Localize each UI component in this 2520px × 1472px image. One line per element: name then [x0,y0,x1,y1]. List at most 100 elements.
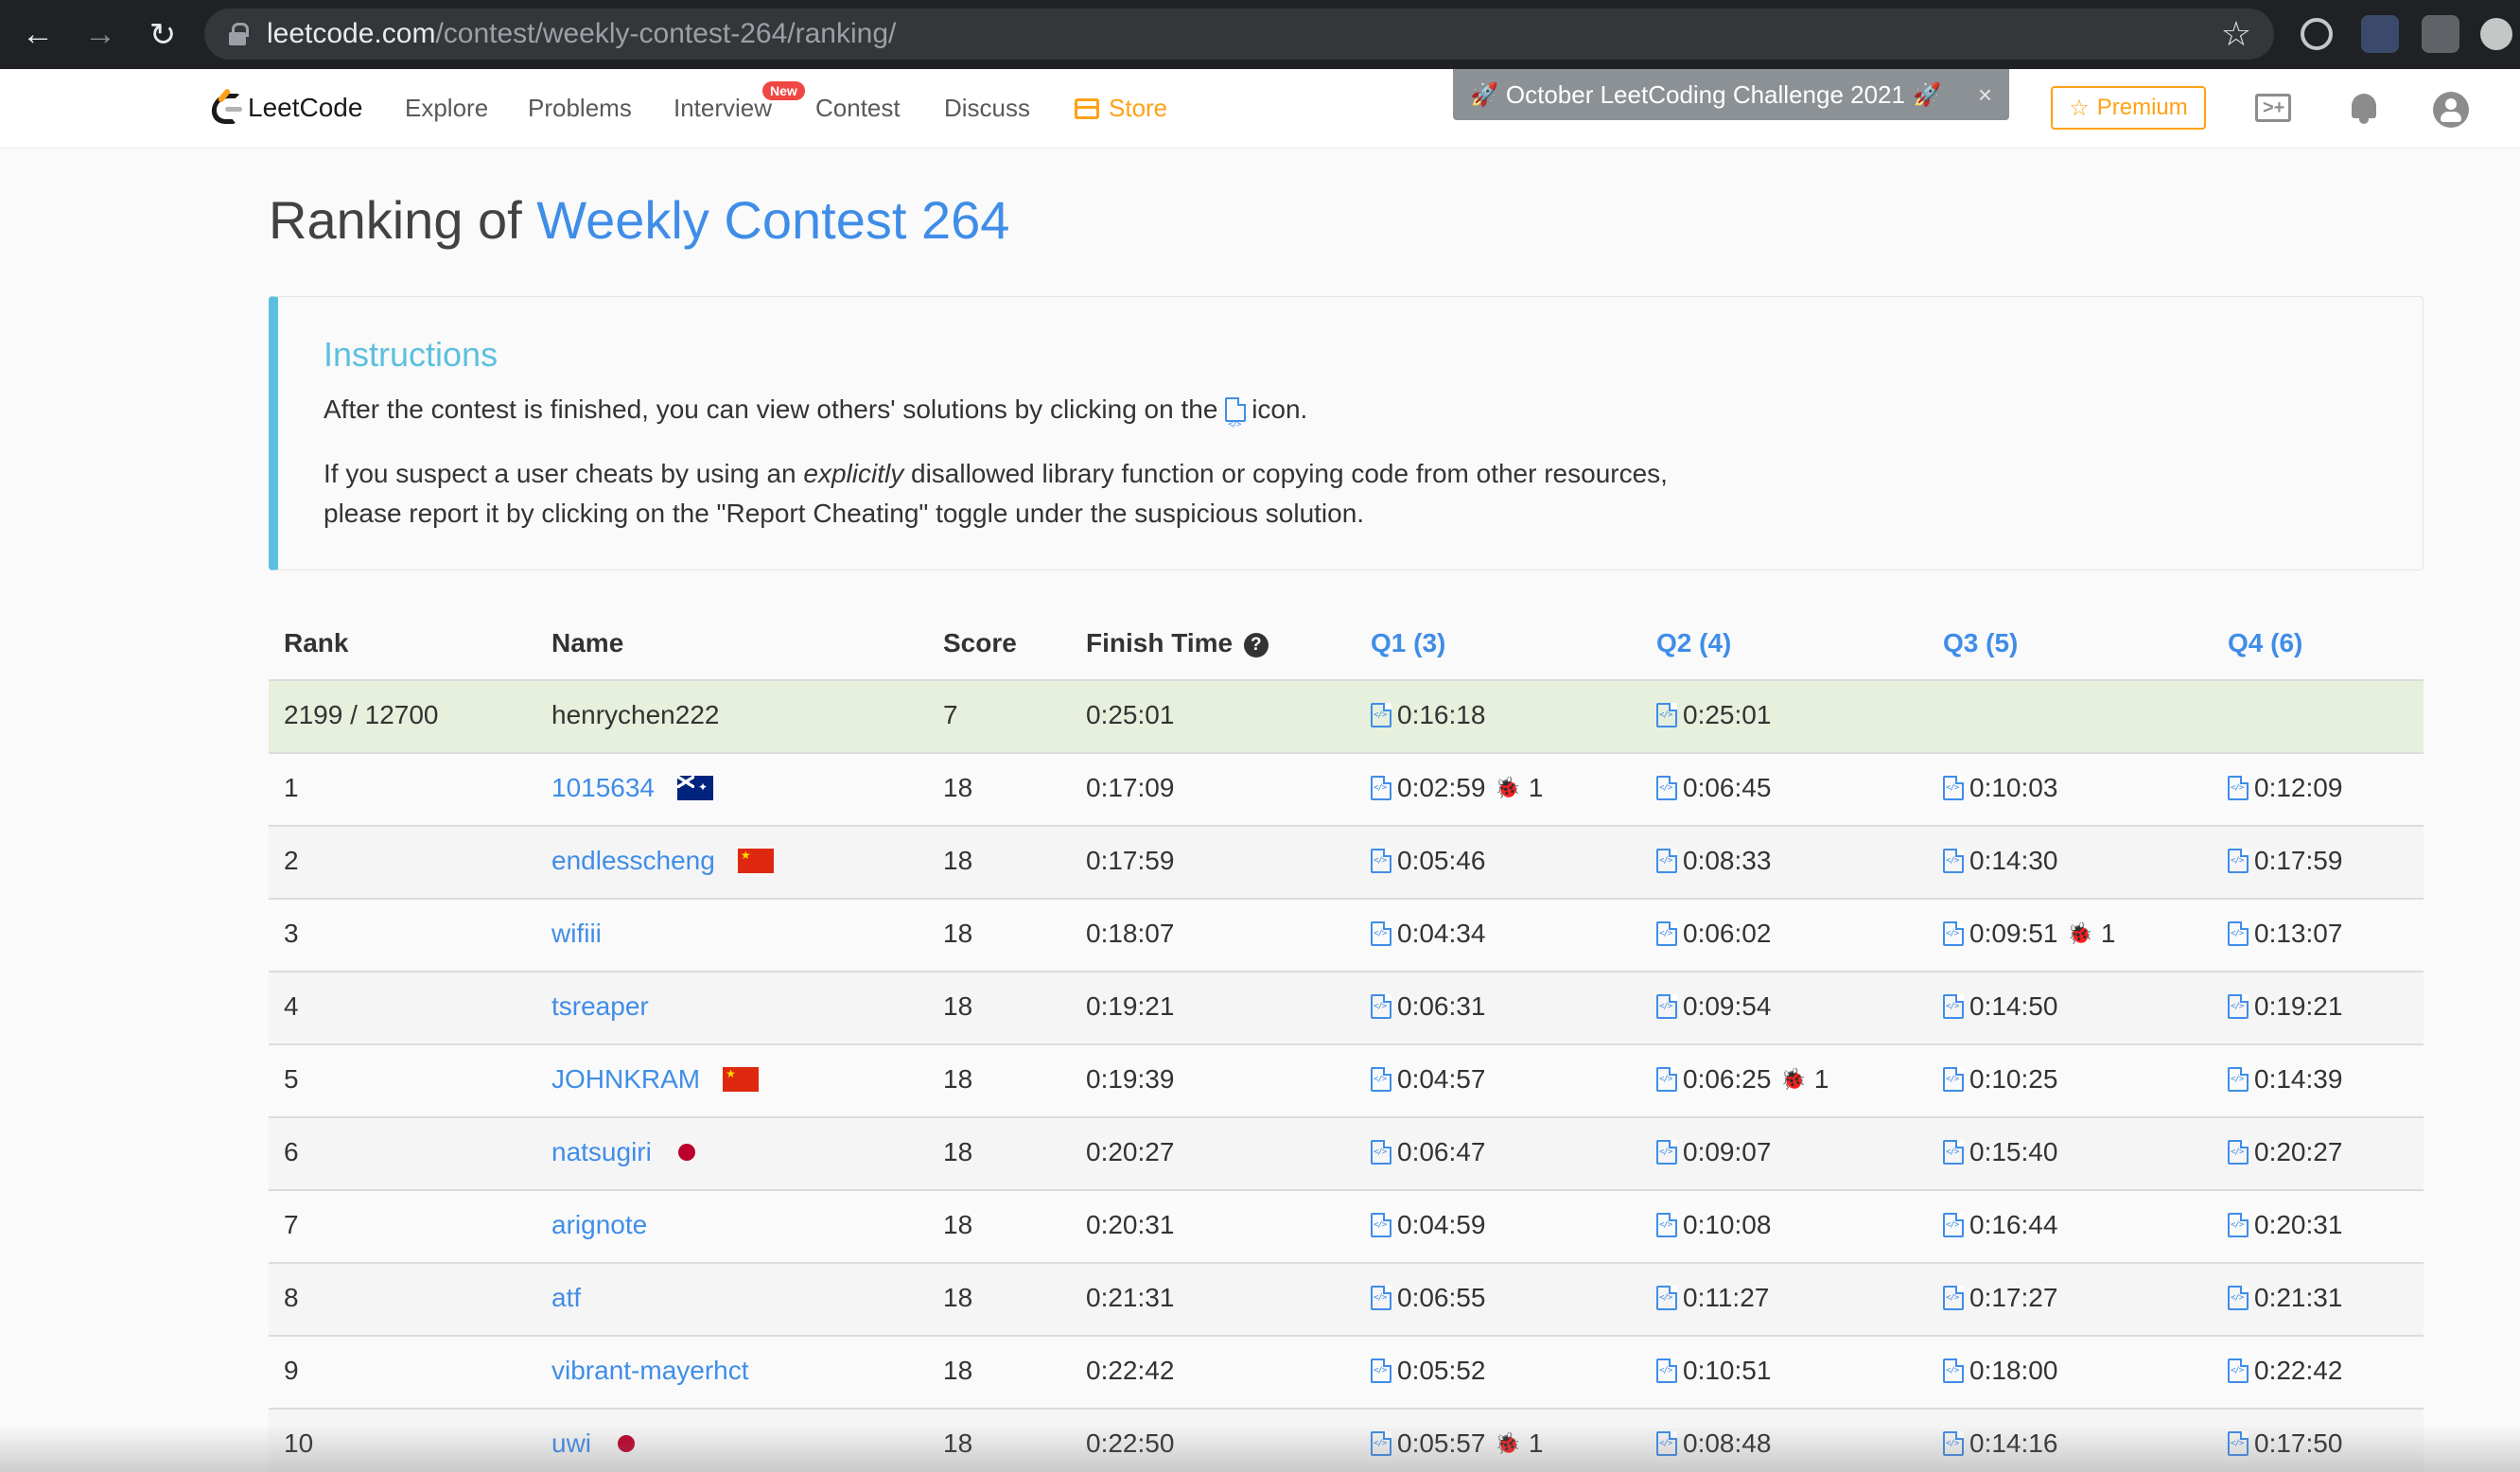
avatar-icon[interactable] [2431,90,2473,128]
extension-icon[interactable] [2361,15,2399,53]
code-file-icon[interactable] [1656,1213,1677,1237]
q1-cell[interactable]: 0:06:55 [1371,1283,1485,1313]
nav-interview[interactable]: Interview [674,94,772,123]
code-file-icon[interactable] [1943,1431,1964,1456]
code-file-icon[interactable] [1371,994,1391,1019]
user-profile-link[interactable]: endlesscheng [551,846,715,876]
nav-explore[interactable]: Explore [405,94,488,123]
q2-cell[interactable]: 0:06:25 🐞1 [1656,1064,1829,1095]
user-profile-link[interactable]: JOHNKRAM [551,1064,700,1095]
extension-target-icon[interactable] [2301,18,2333,50]
q1-cell[interactable]: 0:05:46 [1371,846,1485,876]
q4-cell[interactable]: 0:17:59 [2228,846,2342,876]
q4-cell[interactable]: 0:21:31 [2228,1283,2342,1313]
contest-link[interactable]: Weekly Contest 264 [536,190,1009,250]
code-file-icon[interactable] [1943,1213,1964,1237]
q4-cell[interactable]: 0:22:42 [2228,1356,2342,1386]
user-profile-link[interactable]: arignote [551,1210,647,1240]
bookmark-star-icon[interactable]: ☆ [2221,14,2251,54]
close-icon[interactable]: × [1978,80,1992,110]
q3-cell[interactable]: 0:15:40 [1943,1137,2057,1167]
q4-cell[interactable]: 0:20:27 [2228,1137,2342,1167]
code-file-icon[interactable] [1371,1213,1391,1237]
q1-cell[interactable]: 0:06:47 [1371,1137,1485,1167]
url-text[interactable]: leetcode.com/contest/weekly-contest-264/… [267,18,896,50]
code-file-icon[interactable] [1943,1140,1964,1165]
q3-cell[interactable]: 0:16:44 [1943,1210,2057,1240]
q1-cell[interactable]: 0:04:59 [1371,1210,1485,1240]
code-file-icon[interactable] [1656,703,1677,727]
q3-cell[interactable]: 0:09:51 🐞 1 [1943,919,2115,949]
playground-icon[interactable]: >+ [2253,90,2295,128]
code-file-icon[interactable] [1943,921,1964,946]
code-file-icon[interactable] [1371,1358,1391,1383]
code-file-icon[interactable] [1371,1286,1391,1310]
q1-cell[interactable]: 0:02:59 🐞 1 [1371,773,1543,803]
code-file-icon[interactable] [2228,1286,2249,1310]
code-file-icon[interactable] [1371,703,1391,727]
code-file-icon[interactable] [2228,921,2249,946]
promo-banner[interactable]: 🚀 October LeetCoding Challenge 2021 🚀 × [1453,69,2009,120]
code-file-icon[interactable] [1656,1286,1677,1310]
q3-cell[interactable]: 0:10:25 [1943,1064,2057,1095]
q1-cell[interactable]: 0:04:57 [1371,1064,1485,1095]
code-file-icon[interactable] [1371,921,1391,946]
extension-icon[interactable] [2422,15,2459,53]
q3-cell[interactable]: 0:10:03 [1943,773,2057,803]
q3-cell[interactable]: 0:14:50 [1943,991,2057,1022]
user-profile-link[interactable]: tsreaper [551,991,649,1022]
q2-cell[interactable]: 0:06:45 [1656,773,1771,803]
premium-button[interactable]: ☆ Premium [2051,86,2206,130]
q2-cell[interactable]: 0:08:48 [1656,1428,1771,1459]
q1-cell[interactable]: 0:06:31 [1371,991,1485,1022]
code-file-icon[interactable] [1656,1358,1677,1383]
code-file-icon[interactable] [1943,1358,1964,1383]
help-icon[interactable]: ? [1243,633,1269,657]
q1-cell[interactable]: 0:04:34 [1371,919,1485,949]
user-profile-link[interactable]: atf [551,1283,581,1313]
code-file-icon[interactable] [1371,1431,1391,1456]
code-file-icon[interactable] [1371,776,1391,800]
forward-arrow-icon[interactable]: → [76,10,125,60]
code-file-icon[interactable] [1656,776,1677,800]
q3-cell[interactable]: 0:14:16 [1943,1428,2057,1459]
q2-cell[interactable]: 0:09:07 [1656,1137,1771,1167]
q2-cell[interactable]: 0:06:02 [1656,919,1771,949]
user-profile-link[interactable]: uwi [551,1428,591,1459]
q2-cell[interactable]: 0:08:33 [1656,846,1771,876]
q4-cell[interactable]: 0:19:21 [2228,991,2342,1022]
user-profile-link[interactable]: vibrant-mayerhct [551,1356,749,1386]
q1-cell[interactable]: 0:05:57 🐞 1 [1371,1428,1543,1459]
q4-cell[interactable]: 0:12:09 [2228,773,2342,803]
code-file-icon[interactable] [2228,849,2249,873]
q4-cell[interactable]: 0:20:31 [2228,1210,2342,1240]
q1-cell[interactable]: 0:05:52 [1371,1356,1485,1386]
header-q1[interactable]: Q1 (3) [1371,628,1445,658]
q2-cell[interactable]: 0:25:01 [1656,700,1771,730]
bell-icon[interactable] [2344,90,2386,128]
code-file-icon[interactable] [2228,1067,2249,1092]
code-file-icon[interactable] [1371,1067,1391,1092]
code-file-icon[interactable] [1943,1067,1964,1092]
code-file-icon[interactable] [1656,1140,1677,1165]
leetcode-logo[interactable]: LeetCode [209,87,362,128]
q2-cell[interactable]: 0:10:51 [1656,1356,1771,1386]
header-q3[interactable]: Q3 (5) [1943,628,2018,658]
code-file-icon[interactable] [2228,1358,2249,1383]
code-file-icon[interactable] [2228,776,2249,800]
code-file-icon[interactable] [1371,849,1391,873]
address-bar[interactable]: leetcode.com/contest/weekly-contest-264/… [204,9,2274,60]
header-q4[interactable]: Q4 (6) [2228,628,2302,658]
code-file-icon[interactable] [1943,994,1964,1019]
reload-icon[interactable]: ↻ [138,10,187,60]
q3-cell[interactable]: 0:14:30 [1943,846,2057,876]
q2-cell[interactable]: 0:10:08 [1656,1210,1771,1240]
back-arrow-icon[interactable]: ← [13,10,62,60]
code-file-icon[interactable] [1656,921,1677,946]
code-file-icon[interactable] [1943,1286,1964,1310]
header-q2[interactable]: Q2 (4) [1656,628,1731,658]
code-file-icon[interactable] [2228,994,2249,1019]
code-file-icon[interactable] [2228,1140,2249,1165]
code-file-icon[interactable] [1656,994,1677,1019]
code-file-icon[interactable] [1656,1431,1677,1456]
